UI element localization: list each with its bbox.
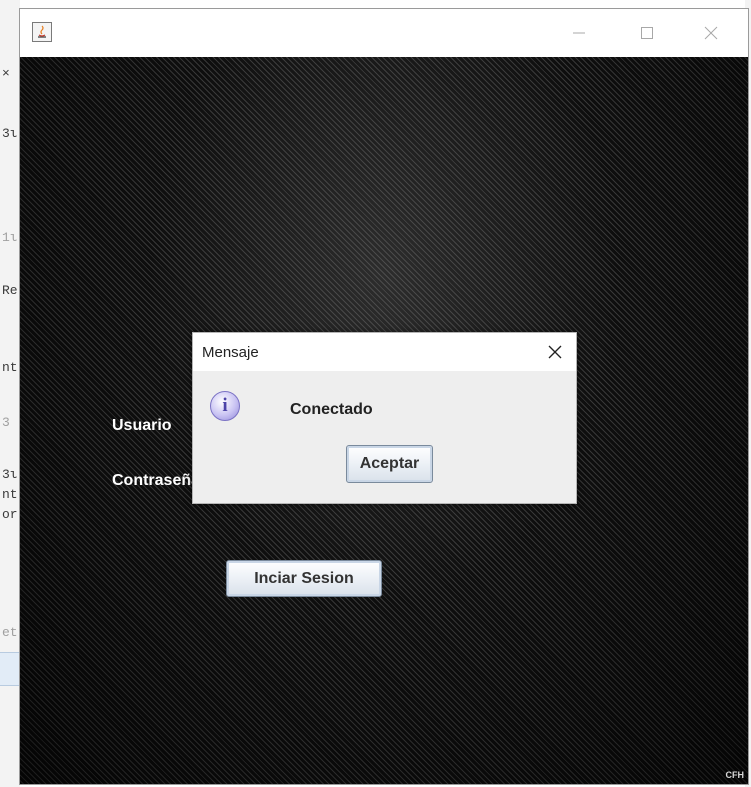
- dialog-close-icon[interactable]: [540, 337, 570, 367]
- message-dialog: Mensaje i Conectado Aceptar: [192, 332, 577, 504]
- ide-fragment: ×: [2, 66, 10, 81]
- ide-fragment: 1ι: [2, 230, 18, 245]
- password-label: Contraseña: [112, 472, 201, 489]
- watermark: CFH: [725, 770, 745, 780]
- java-app-icon: [32, 22, 52, 42]
- dialog-message: Conectado: [290, 401, 373, 418]
- dialog-titlebar[interactable]: Mensaje: [193, 333, 576, 371]
- ide-fragment: et: [2, 625, 18, 640]
- ide-fragment: or: [2, 507, 18, 522]
- ide-fragment: 3ι: [2, 467, 18, 482]
- background-ide-strip: × 3ι 1ι Re nt 3 3ι nt or et: [0, 0, 20, 787]
- ide-fragment: nt: [2, 360, 18, 375]
- ok-button[interactable]: Aceptar: [346, 445, 433, 483]
- ide-selected-row: [0, 652, 20, 686]
- maximize-icon[interactable]: [624, 9, 670, 57]
- login-button[interactable]: Inciar Sesion: [226, 560, 382, 597]
- user-label: Usuario: [112, 417, 172, 434]
- window-titlebar[interactable]: [20, 9, 748, 57]
- close-icon[interactable]: [688, 9, 734, 57]
- ide-fragment: 3ι: [2, 126, 18, 141]
- info-icon: i: [210, 391, 240, 421]
- ide-fragment: 3: [2, 415, 10, 430]
- minimize-icon[interactable]: [556, 9, 602, 57]
- ide-fragment: Re: [2, 283, 18, 298]
- dialog-title: Mensaje: [202, 344, 259, 361]
- ide-fragment: nt: [2, 487, 18, 502]
